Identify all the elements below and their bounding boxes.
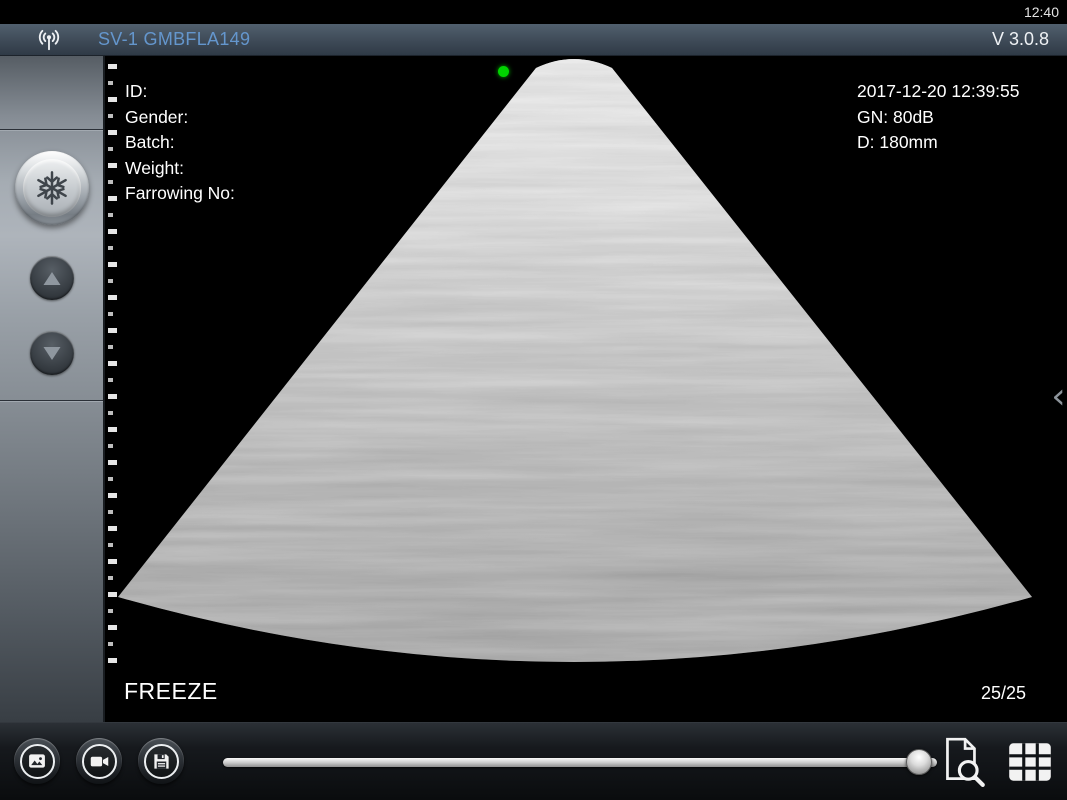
freeze-button-face [23,159,81,217]
patient-weight-label: Weight: [125,156,235,182]
ultrasound-display: ID: Gender: Batch: Weight: Farrowing No:… [105,56,1067,722]
control-sidebar [0,56,105,722]
video-camera-icon [89,751,110,772]
patient-info-panel: ID: Gender: Batch: Weight: Farrowing No: [125,79,235,207]
cine-loop-slider[interactable] [223,749,937,775]
document-search-icon [936,734,988,788]
scan-info-panel: 2017-12-20 12:39:55 GN: 80dB D: 180mm [857,79,1020,156]
ultrasound-image [105,56,1067,722]
probe-orientation-marker [498,66,509,77]
triangle-up-icon [43,271,61,286]
button-ring [82,744,117,779]
scroll-up-button[interactable] [30,256,74,300]
report-table-icon [1004,737,1056,787]
side-panel-handle[interactable]: ‹ [1050,376,1067,422]
bottom-toolbar [0,722,1067,800]
app-window: 12:40 SV-1 GMBFLA149 V 3.0.8 [0,0,1067,800]
main-area: ID: Gender: Batch: Weight: Farrowing No:… [0,56,1067,722]
file-browser-button[interactable] [934,731,990,791]
frame-counter: 25/25 [981,683,1026,704]
scroll-down-button[interactable] [30,331,74,375]
freeze-button[interactable] [15,151,89,225]
button-ring [20,744,55,779]
floppy-disk-icon [152,752,171,771]
patient-batch-label: Batch: [125,130,235,156]
scan-depth: D: 180mm [857,130,1020,156]
slider-track[interactable] [223,758,937,767]
record-video-button[interactable] [76,738,122,784]
scan-datetime: 2017-12-20 12:39:55 [857,79,1020,105]
patient-id-label: ID: [125,79,235,105]
save-image-button[interactable] [138,738,184,784]
scan-gain: GN: 80dB [857,105,1020,131]
patient-gender-label: Gender: [125,105,235,131]
device-name: SV-1 GMBFLA149 [98,29,250,50]
status-bar: 12:40 [0,0,1067,24]
patient-farrowing-label: Farrowing No: [125,181,235,207]
depth-ruler [108,64,120,664]
sidebar-divider [0,129,103,131]
sidebar-divider [0,400,103,402]
snowflake-icon [33,169,71,207]
image-icon [27,751,47,771]
button-ring [144,744,179,779]
gallery-button[interactable] [14,738,60,784]
app-version: V 3.0.8 [992,29,1049,50]
slider-thumb[interactable] [906,749,932,775]
triangle-down-icon [43,346,61,361]
title-bar: SV-1 GMBFLA149 V 3.0.8 [0,24,1067,56]
wireless-probe-icon [36,27,62,53]
status-clock: 12:40 [1024,4,1059,20]
freeze-status-label: FREEZE [124,678,218,705]
report-button[interactable] [1002,736,1058,788]
